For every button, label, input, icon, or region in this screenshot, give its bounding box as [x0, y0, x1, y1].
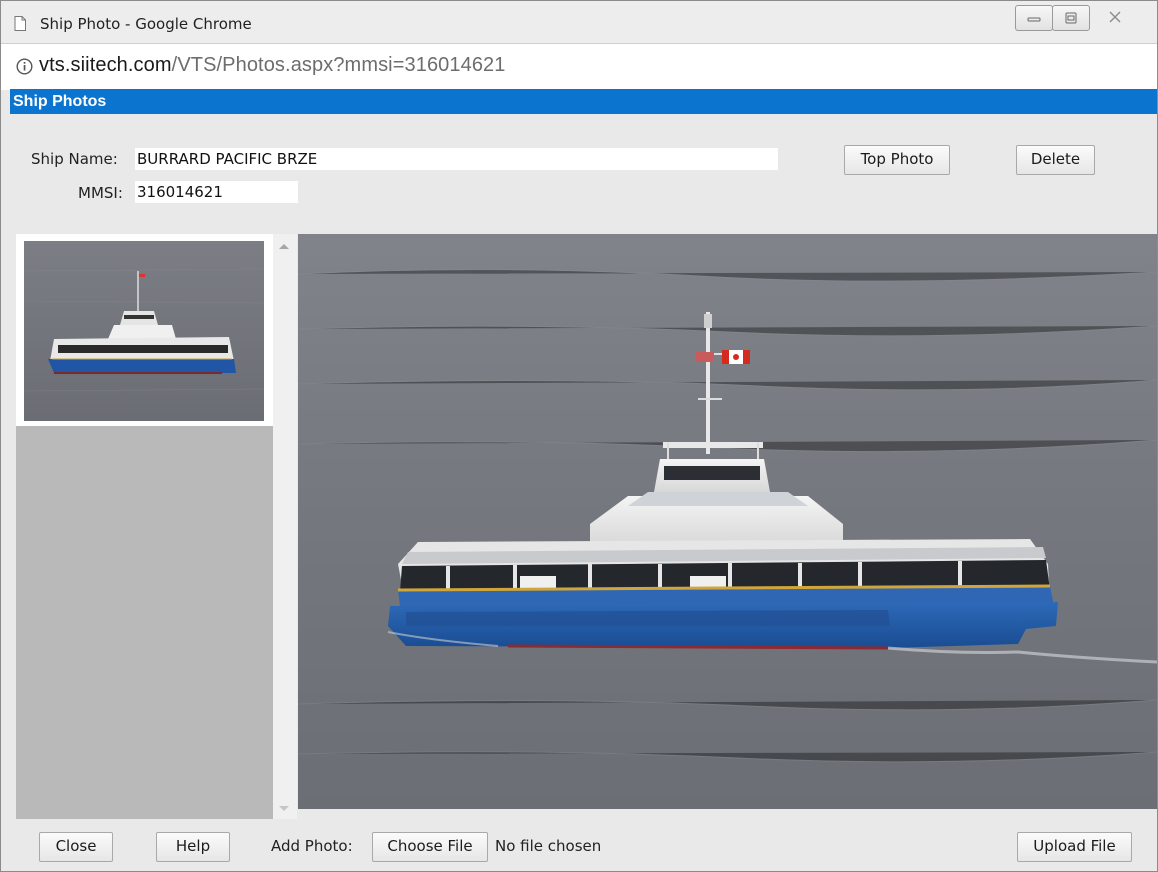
scroll-up-icon[interactable] [279, 244, 289, 249]
footer-bar: Close Help Add Photo: Choose File No fil… [10, 819, 1157, 871]
close-button[interactable]: Close [39, 832, 113, 862]
document-icon [14, 16, 26, 31]
browser-window: Ship Photo - Google Chrome vts.siitech.c… [0, 0, 1158, 872]
mmsi-label: MMSI: [78, 184, 123, 202]
thumbnail-scrollbar[interactable] [273, 234, 297, 819]
choose-file-button[interactable]: Choose File [372, 832, 488, 862]
delete-button[interactable]: Delete [1016, 145, 1095, 175]
thumbnail-list[interactable] [16, 234, 273, 819]
info-icon[interactable] [16, 58, 33, 75]
thumbnail-item[interactable] [16, 234, 273, 426]
top-photo-button[interactable]: Top Photo [844, 145, 950, 175]
restore-button[interactable] [1052, 5, 1090, 31]
minimize-icon [1027, 17, 1041, 22]
address-bar[interactable]: vts.siitech.com/VTS/Photos.aspx?mmsi=316… [1, 43, 1157, 90]
mmsi-field[interactable] [135, 181, 298, 203]
close-window-button[interactable] [1089, 5, 1141, 29]
file-status-text: No file chosen [495, 837, 602, 855]
ship-photo-panel: Ship Name: MMSI: Top Photo Delete [10, 114, 1157, 871]
window-title: Ship Photo - Google Chrome [40, 15, 252, 33]
panel-header: Ship Photos [10, 89, 1157, 114]
close-icon [1109, 11, 1121, 23]
canada-flag [722, 350, 750, 364]
help-button[interactable]: Help [156, 832, 230, 862]
ship-thumbnail-image[interactable] [24, 241, 264, 421]
ship-name-label: Ship Name: [31, 150, 118, 168]
url-text[interactable]: vts.siitech.com/VTS/Photos.aspx?mmsi=316… [39, 54, 506, 77]
upload-file-button[interactable]: Upload File [1017, 832, 1132, 862]
url-domain: vts.siitech.com [39, 54, 172, 76]
title-bar: Ship Photo - Google Chrome [1, 1, 1157, 43]
scroll-down-icon[interactable] [279, 806, 289, 811]
ship-name-field[interactable] [135, 148, 778, 170]
restore-icon [1065, 12, 1077, 24]
add-photo-label: Add Photo: [271, 837, 353, 855]
ship-main-photo [298, 234, 1157, 809]
window-controls [1015, 5, 1141, 31]
url-path: /VTS/Photos.aspx?mmsi=316014621 [171, 54, 506, 76]
minimize-button[interactable] [1015, 5, 1053, 31]
